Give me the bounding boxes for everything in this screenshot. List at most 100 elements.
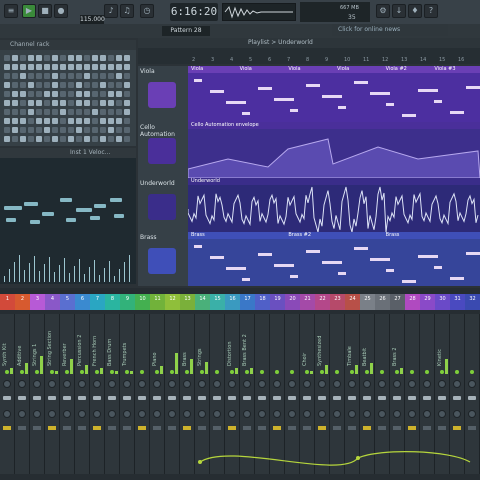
step-button[interactable] [68,64,74,70]
pan-knob[interactable] [408,380,416,388]
stereo-knob[interactable] [153,410,161,418]
velocity-bar[interactable] [19,255,20,282]
step-button[interactable] [20,91,26,97]
volume-fader[interactable] [438,396,446,400]
volume-fader[interactable] [3,396,11,400]
insert-number[interactable]: 7 [90,294,105,310]
step-button[interactable] [76,109,82,115]
stereo-knob[interactable] [318,410,326,418]
insert-number[interactable]: 26 [375,294,390,310]
stereo-knob[interactable] [18,410,26,418]
step-button[interactable] [36,82,42,88]
mute-led[interactable] [20,370,24,374]
track-header[interactable]: Cello Automation [138,122,188,178]
step-button[interactable] [36,91,42,97]
step-button[interactable] [52,73,58,79]
volume-fader[interactable] [318,396,326,400]
step-button[interactable] [60,73,66,79]
online-news-link[interactable]: Click for online news [332,24,448,36]
pan-knob[interactable] [393,380,401,388]
piano-note[interactable] [42,212,54,216]
insert-number[interactable]: 5 [60,294,75,310]
insert-number[interactable]: 15 [210,294,225,310]
stereo-knob[interactable] [138,410,146,418]
insert-number[interactable]: 27 [390,294,405,310]
insert-number[interactable]: 8 [105,294,120,310]
step-button[interactable] [92,127,98,133]
volume-fader[interactable] [213,396,221,400]
step-button[interactable] [108,82,114,88]
velocity-bar[interactable] [109,261,110,282]
mute-led[interactable] [35,370,39,374]
step-button[interactable] [36,109,42,115]
clip-body[interactable] [187,185,480,233]
channel-row[interactable] [4,63,132,71]
step-button[interactable] [84,64,90,70]
step-button[interactable] [108,100,114,106]
step-button[interactable] [28,64,34,70]
mute-led[interactable] [395,370,399,374]
velocity-bar[interactable] [84,274,85,282]
step-button[interactable] [44,109,50,115]
piano-note[interactable] [4,206,22,210]
step-button[interactable] [124,127,130,133]
insert-number[interactable]: 10 [135,294,150,310]
step-button[interactable] [68,136,74,142]
mute-led[interactable] [185,370,189,374]
fx-slot[interactable] [108,426,116,430]
step-button[interactable] [92,91,98,97]
step-button[interactable] [124,136,130,142]
step-button[interactable] [76,55,82,61]
track-header[interactable]: Viola [138,66,188,122]
step-button[interactable] [20,55,26,61]
step-button[interactable] [92,136,98,142]
step-button[interactable] [116,109,122,115]
fx-slot[interactable] [153,426,161,430]
piano-note[interactable] [76,208,92,212]
pattern-selector[interactable]: Pattern 28 [162,26,210,36]
step-button[interactable] [108,91,114,97]
step-button[interactable] [84,118,90,124]
step-button[interactable] [12,55,18,61]
step-button[interactable] [116,82,122,88]
mute-led[interactable] [470,370,474,374]
velocity-bar[interactable] [9,269,10,282]
piano-note[interactable] [94,204,106,208]
volume-fader[interactable] [393,396,401,400]
step-button[interactable] [124,91,130,97]
step-button[interactable] [36,100,42,106]
volume-fader[interactable] [288,396,296,400]
step-button[interactable] [84,109,90,115]
mute-led[interactable] [350,370,354,374]
pan-knob[interactable] [243,380,251,388]
pan-knob[interactable] [303,380,311,388]
channel-row[interactable] [4,117,132,125]
insert-number[interactable]: 24 [345,294,360,310]
step-button[interactable] [4,127,10,133]
tempo-display[interactable]: 115.000 [80,15,105,24]
fx-slot[interactable] [453,426,461,430]
step-button[interactable] [76,64,82,70]
fx-slot[interactable] [228,426,236,430]
insert-number[interactable]: 13 [180,294,195,310]
step-button[interactable] [68,82,74,88]
clip-label[interactable]: Brass [188,232,286,239]
insert-number[interactable]: 32 [465,294,480,310]
fx-slot[interactable] [348,426,356,430]
pan-knob[interactable] [3,380,11,388]
mute-led[interactable] [5,370,9,374]
fx-slot[interactable] [78,426,86,430]
stereo-knob[interactable] [183,410,191,418]
insert-number[interactable]: 30 [435,294,450,310]
stereo-knob[interactable] [168,410,176,418]
timeline-ruler[interactable]: 2 3 4 5 6 7 8 9 10 11 12 13 14 15 16 [138,48,480,64]
volume-fader[interactable] [123,396,131,400]
pan-knob[interactable] [138,380,146,388]
mute-led[interactable] [50,370,54,374]
step-button[interactable] [20,82,26,88]
velocity-bar[interactable] [29,263,30,282]
stereo-knob[interactable] [78,410,86,418]
velocity-bar[interactable] [124,262,125,282]
velocity-bar[interactable] [114,276,115,282]
step-button[interactable] [12,100,18,106]
